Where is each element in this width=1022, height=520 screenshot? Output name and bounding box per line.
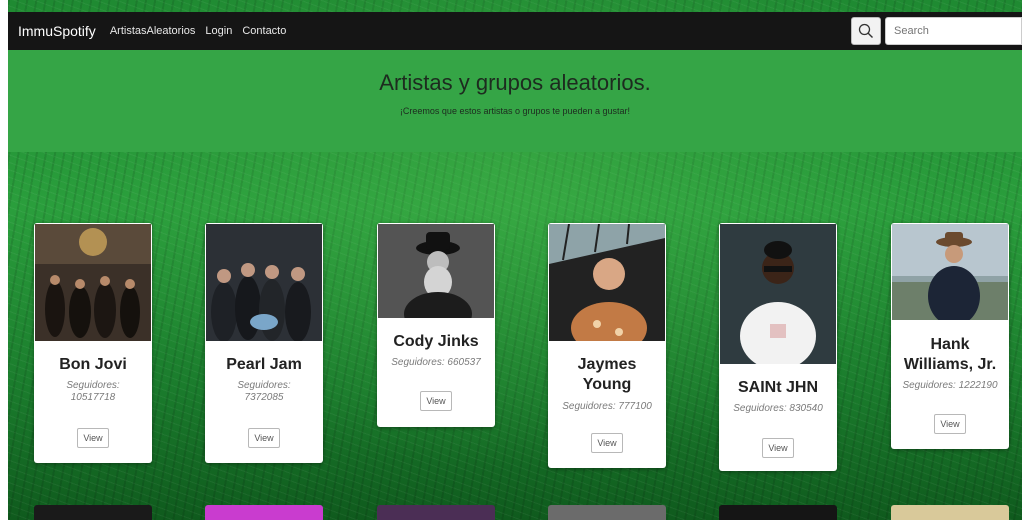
artist-followers-label: Seguidores: (237, 380, 291, 391)
search-button[interactable] (851, 17, 881, 45)
artist-card-partial (377, 505, 495, 520)
hero-title: Artistas y grupos aleatorios. (379, 70, 651, 95)
artist-photo (206, 224, 322, 341)
nav-link-artistas[interactable]: ArtistasAleatorios (110, 25, 196, 37)
view-button[interactable]: View (591, 433, 623, 453)
artist-name: Hank (930, 336, 970, 353)
artist-name: Cody Jinks (393, 333, 479, 350)
navbar: ImmuSpotify ArtistasAleatorios Login Con… (8, 12, 1022, 50)
hero-banner: Artistas y grupos aleatorios. ¡Creemos q… (8, 50, 1022, 152)
brand-link[interactable]: ImmuSpotify (18, 23, 96, 39)
artist-name: Young (582, 376, 632, 393)
artist-name: Pearl Jam (226, 356, 302, 373)
hero-subtitle: ¡Creemos que estos artistas o grupos te … (399, 106, 631, 116)
artist-photo (892, 224, 1008, 320)
artist-followers: Seguidores: 777100 (562, 401, 652, 412)
artist-card-partial (34, 505, 152, 520)
artist-card-jaymes-young: Jaymes Young Seguidores: 777100 View (548, 223, 666, 468)
artist-card-saint-jhn: SAINt JHN Seguidores: 830540 View (719, 223, 837, 471)
artist-followers-count: 7372085 (244, 392, 284, 403)
artist-followers: Seguidores: 830540 (733, 403, 823, 414)
artist-name: Jaymes (577, 356, 637, 373)
search-input[interactable] (885, 17, 1022, 45)
artist-followers-count: 10517718 (70, 392, 116, 403)
artist-card-partial (548, 505, 666, 520)
artist-photo (549, 224, 665, 341)
artist-followers-label: Seguidores: (66, 380, 120, 391)
nav-link-contacto[interactable]: Contacto (242, 25, 286, 37)
view-button[interactable]: View (248, 428, 280, 448)
nav-link-login[interactable]: Login (205, 25, 232, 37)
artist-card-bon-jovi: Bon Jovi Seguidores: 10517718 View (34, 223, 152, 463)
page-background: ImmuSpotify ArtistasAleatorios Login Con… (8, 0, 1022, 520)
artist-card-cody-jinks: Cody Jinks Seguidores: 660537 View (377, 223, 495, 427)
artist-followers: Seguidores: 1222190 (902, 380, 998, 391)
search-icon (858, 23, 873, 38)
artist-photo (720, 224, 836, 364)
artist-followers: Seguidores: 660537 (391, 357, 481, 368)
artist-name: Bon Jovi (59, 356, 127, 373)
view-button[interactable]: View (77, 428, 109, 448)
artist-card-partial (891, 505, 1009, 520)
view-button[interactable]: View (762, 438, 794, 458)
artist-photo (35, 224, 151, 341)
artist-name: SAINt JHN (737, 379, 818, 396)
artist-name: Williams, Jr. (903, 356, 997, 373)
view-button[interactable]: View (934, 414, 966, 434)
view-button[interactable]: View (420, 391, 452, 411)
artist-card-pearl-jam: Pearl Jam Seguidores: 7372085 View (205, 223, 323, 463)
artist-card-partial (205, 505, 323, 520)
artist-card-partial (719, 505, 837, 520)
artist-photo (378, 224, 494, 318)
artist-card-hank-williams-jr: Hank Williams, Jr. Seguidores: 1222190 V… (891, 223, 1009, 449)
